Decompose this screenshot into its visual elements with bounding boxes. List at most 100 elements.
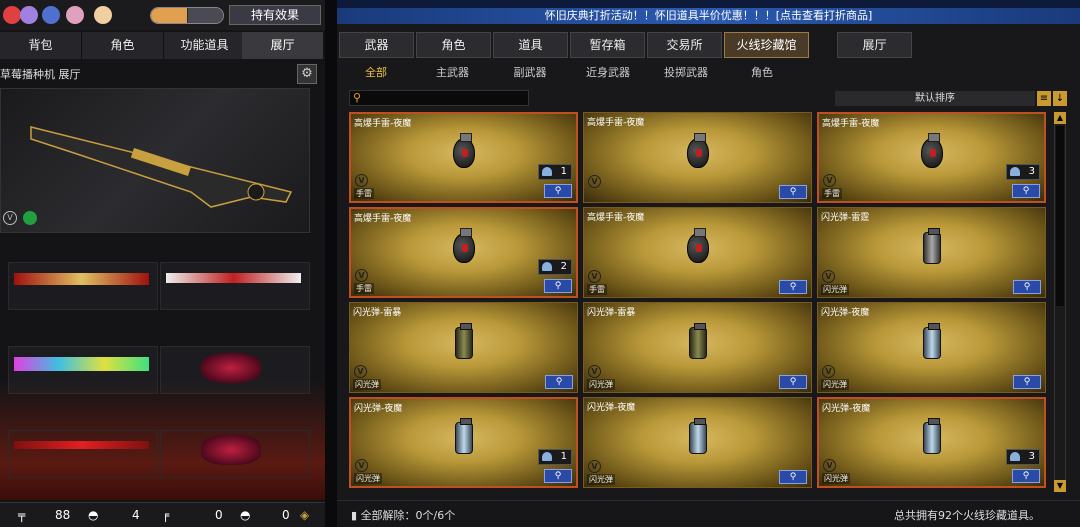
tab-gallery[interactable]: 展厅: [837, 32, 912, 58]
tab-exchange[interactable]: 交易所: [647, 32, 722, 58]
grenade-icon: [686, 133, 709, 169]
v-badge-icon: V: [355, 459, 368, 472]
flashbang-blue-icon: [688, 418, 707, 455]
item-category: 闪光弹: [821, 379, 849, 390]
item-name: 高爆手雷-夜魔: [587, 213, 645, 223]
bell-icon[interactable]: [3, 6, 21, 24]
quantity-value: 1: [560, 451, 567, 462]
sniper-rifle-icon: [30, 126, 293, 208]
tab-gallery[interactable]: 展厅: [242, 32, 324, 59]
tab-functional-items[interactable]: 功能道具: [164, 32, 246, 59]
sub-tabs: 全部 主武器 副武器 近身武器 投掷武器 角色: [337, 62, 1080, 84]
v-badge-icon: V: [823, 174, 836, 187]
item-category: 闪光弹: [821, 284, 849, 295]
v-badge-icon: V: [588, 175, 601, 188]
promo-banner[interactable]: 怀旧庆典打折活动！！怀旧道具半价优惠！！！[点击查看打折商品]: [337, 8, 1080, 24]
flashbang-blue-icon: [454, 418, 473, 455]
item-card[interactable]: 闪光弹-雷霆 V 闪光弹 ⚲: [817, 207, 1046, 298]
quantity-badge: 1: [538, 164, 572, 180]
refresh-icon[interactable]: [42, 6, 60, 24]
subtab-all[interactable]: 全部: [351, 62, 401, 84]
grenade-icon: [452, 228, 475, 264]
weapon-slot-1[interactable]: [8, 262, 158, 310]
gear-icon[interactable]: ⚙: [297, 64, 317, 84]
subtab-character[interactable]: 角色: [742, 62, 782, 84]
zoom-icon[interactable]: ⚲: [544, 279, 572, 293]
item-name: 闪光弹-雷暴: [353, 308, 402, 318]
zoom-icon[interactable]: ⚲: [1012, 469, 1040, 483]
owned-effects-button[interactable]: 持有效果: [229, 5, 321, 25]
weapon-slot-5[interactable]: [8, 430, 158, 478]
sort-direction-icon[interactable]: ↓: [1053, 91, 1067, 106]
chart-icon[interactable]: [20, 6, 38, 24]
weapon-slot-6[interactable]: [160, 430, 310, 478]
zoom-icon[interactable]: ⚲: [779, 375, 807, 389]
tab-collection[interactable]: 火线珍藏馆: [724, 32, 809, 58]
trophy-icon: [542, 167, 552, 176]
item-card[interactable]: 闪光弹-雷暴 V 闪光弹 ⚲: [583, 302, 812, 393]
scroll-down-icon[interactable]: ▼: [1054, 480, 1066, 492]
zoom-icon[interactable]: ⚲: [545, 375, 573, 389]
item-category: 闪光弹: [587, 379, 615, 390]
item-name: 闪光弹-夜魔: [821, 308, 870, 318]
item-name: 高爆手雷-夜魔: [587, 118, 645, 128]
subtab-throwing[interactable]: 投掷武器: [655, 62, 717, 84]
item-card[interactable]: 闪光弹-夜魔 V 闪光弹 ⚲: [817, 302, 1046, 393]
left-tabs: 背包 角色 功能道具 展厅: [0, 32, 325, 59]
sort-dropdown[interactable]: 默认排序: [835, 91, 1035, 106]
quantity-value: 2: [560, 261, 567, 272]
item-card[interactable]: 闪光弹-夜魔 V 闪光弹 ⚲: [583, 397, 812, 488]
scroll-up-icon[interactable]: ▲: [1054, 112, 1066, 124]
total-owned: 总共拥有92个火线珍藏道具。: [894, 509, 1040, 522]
quantity-value: 1: [560, 166, 567, 177]
weapon-slot-2[interactable]: [160, 262, 310, 310]
list-view-icon[interactable]: ≡: [1037, 91, 1051, 106]
item-card[interactable]: 闪光弹-夜魔 V 闪光弹 1 ⚲: [349, 397, 578, 488]
flashbang-gold-icon: [688, 323, 707, 360]
unbind-count-text: 全部解除：0个/6个: [360, 509, 456, 522]
bag-icon[interactable]: [94, 6, 112, 24]
trophy-icon: [1010, 167, 1020, 176]
subtab-primary[interactable]: 主武器: [425, 62, 480, 84]
item-card[interactable]: 闪光弹-雷暴 V 闪光弹 ⚲: [349, 302, 578, 393]
tab-weapons[interactable]: 武器: [339, 32, 414, 58]
subtab-melee[interactable]: 近身武器: [577, 62, 639, 84]
item-card[interactable]: 高爆手雷-夜魔 V 手雷 3 ⚲: [817, 112, 1046, 203]
tab-storage[interactable]: 暂存箱: [570, 32, 645, 58]
zoom-icon[interactable]: ⚲: [544, 184, 572, 198]
radiation-icon: [23, 211, 37, 225]
item-name: 高爆手雷-夜魔: [354, 119, 412, 129]
subtab-secondary[interactable]: 副武器: [505, 62, 555, 84]
tab-backpack[interactable]: 背包: [0, 32, 82, 59]
item-card[interactable]: 闪光弹-夜魔 V 闪光弹 3 ⚲: [817, 397, 1046, 488]
zoom-icon[interactable]: ⚲: [779, 470, 807, 484]
item-card[interactable]: 高爆手雷-夜魔 V 手雷 ⚲: [583, 207, 812, 298]
banner-strip: [337, 0, 1080, 8]
footer-bar: ▮ 全部解除：0个/6个 总共拥有92个火线珍藏道具。: [337, 500, 1080, 527]
scrollbar-thumb[interactable]: [1056, 126, 1064, 306]
item-name: 闪光弹-夜魔: [822, 404, 871, 414]
zoom-icon[interactable]: ⚲: [1012, 184, 1040, 198]
item-card[interactable]: 高爆手雷-夜魔 V ⚲: [583, 112, 812, 203]
panel-divider: [325, 0, 337, 527]
tab-characters[interactable]: 角色: [416, 32, 491, 58]
zoom-icon[interactable]: ⚲: [544, 469, 572, 483]
item-card[interactable]: 高爆手雷-夜魔 V 手雷 2 ⚲: [349, 207, 578, 298]
zoom-icon[interactable]: ⚲: [1013, 280, 1041, 294]
v-badge-icon: V: [822, 365, 835, 378]
gift-icon[interactable]: [66, 6, 84, 24]
tab-character[interactable]: 角色: [82, 32, 164, 59]
item-name: 高爆手雷-夜魔: [354, 214, 412, 224]
tab-items[interactable]: 道具: [493, 32, 568, 58]
trophy-icon: [542, 262, 552, 271]
item-name: 闪光弹-雷暴: [587, 308, 636, 318]
search-input[interactable]: ⚲: [349, 90, 529, 106]
item-card[interactable]: 高爆手雷-夜魔 V 手雷 1 ⚲: [349, 112, 578, 203]
item-grid: 高爆手雷-夜魔 V 手雷 1 ⚲ 高爆手雷-夜魔 V ⚲ 高爆手雷-夜魔 V 手雷 3 ⚲ 高爆手雷-夜魔…: [349, 112, 1049, 492]
quantity-badge: 3: [1006, 164, 1040, 180]
zoom-icon[interactable]: ⚲: [779, 280, 807, 294]
search-icon: ⚲: [353, 91, 362, 104]
mode-toggle[interactable]: [150, 7, 224, 24]
zoom-icon[interactable]: ⚲: [779, 185, 807, 199]
zoom-icon[interactable]: ⚲: [1013, 375, 1041, 389]
